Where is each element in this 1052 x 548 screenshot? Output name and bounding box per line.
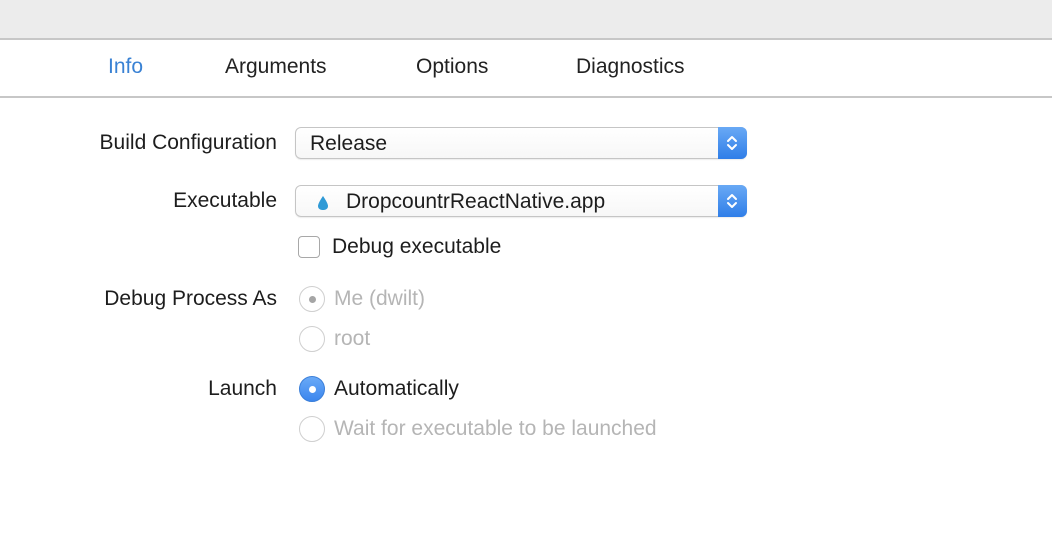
option-wait-for-executable: Wait for executable to be launched — [334, 417, 657, 440]
up-down-chevron-icon — [727, 194, 737, 208]
debug-process-as-label: Debug Process As — [104, 287, 277, 310]
radio-root — [299, 326, 325, 352]
build-configuration-label: Build Configuration — [99, 131, 277, 154]
up-down-chevron-icon — [727, 136, 737, 150]
build-configuration-popup[interactable]: Release — [295, 127, 747, 159]
executable-popup[interactable]: DropcountrReactNative.app — [295, 185, 747, 217]
tab-bar: Info Arguments Options Diagnostics — [0, 40, 1052, 98]
option-me-dwilt: Me (dwilt) — [334, 287, 426, 310]
radio-me-dwilt — [299, 286, 325, 312]
build-configuration-value: Release — [310, 132, 388, 155]
droplet-icon — [318, 196, 328, 210]
tab-arguments[interactable]: Arguments — [225, 55, 327, 79]
debug-executable-checkbox[interactable] — [298, 236, 320, 258]
option-root: root — [334, 327, 371, 350]
option-automatically[interactable]: Automatically — [334, 377, 459, 401]
window-top-bar — [0, 0, 1052, 40]
launch-label: Launch — [208, 377, 277, 400]
tab-info[interactable]: Info — [108, 55, 143, 79]
debug-executable-label[interactable]: Debug executable — [332, 235, 501, 259]
radio-wait-for-executable — [299, 416, 325, 442]
executable-label: Executable — [173, 189, 277, 212]
tab-diagnostics[interactable]: Diagnostics — [576, 55, 685, 79]
build-configuration-stepper[interactable] — [718, 127, 747, 159]
executable-value: DropcountrReactNative.app — [346, 190, 606, 213]
radio-automatically[interactable] — [299, 376, 325, 402]
executable-stepper[interactable] — [718, 185, 747, 217]
tab-options[interactable]: Options — [416, 55, 488, 79]
